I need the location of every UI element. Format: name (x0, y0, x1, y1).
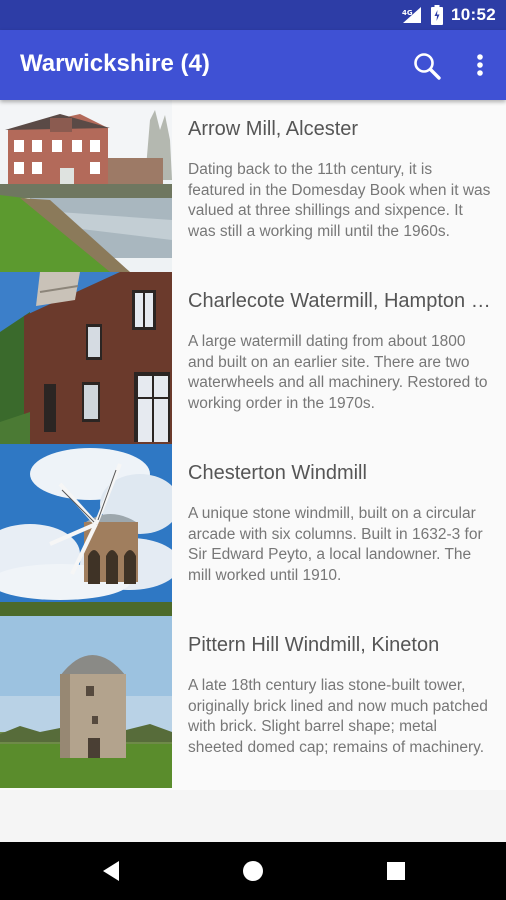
mill-name: Chesterton Windmill (188, 462, 367, 484)
mill-name: Charlecote Watermill, Hampton Lucy (188, 290, 493, 312)
page-title: Warwickshire (4) (20, 50, 210, 77)
system-nav-bar (0, 842, 506, 900)
status-bar: 4G 10:52 (0, 0, 506, 30)
clock: 10:52 (451, 5, 496, 24)
signal-icon: 4G (402, 7, 422, 23)
more-vert-icon[interactable] (468, 50, 492, 80)
network-type: 4G (402, 9, 413, 17)
mill-description: A large watermill dating from about 1800… (188, 333, 488, 412)
mill-description: A unique stone windmill, built on a circ… (188, 505, 483, 584)
list-item[interactable]: Charlecote Watermill, Hampton Lucy A lar… (0, 272, 506, 444)
mill-name: Arrow Mill, Alcester (188, 118, 359, 140)
search-icon[interactable] (412, 51, 442, 81)
list-item[interactable]: Pittern Hill Windmill, Kineton A late 18… (0, 616, 506, 788)
mill-photo (0, 272, 172, 444)
list-item[interactable]: Arrow Mill, Alcester Dating back to the … (0, 100, 506, 272)
mill-photo (0, 444, 172, 616)
mill-description: A late 18th century lias stone-built tow… (188, 677, 488, 756)
recents-icon[interactable] (381, 856, 411, 886)
mill-photo (0, 616, 172, 788)
mill-name: Pittern Hill Windmill, Kineton (188, 634, 440, 656)
mill-list: Arrow Mill, Alcester Dating back to the … (0, 100, 506, 790)
list-item[interactable]: Chesterton Windmill A unique stone windm… (0, 444, 506, 616)
back-icon[interactable] (97, 856, 127, 886)
battery-icon (431, 5, 444, 25)
mill-photo (0, 100, 172, 272)
app-bar: Warwickshire (4) (0, 30, 506, 100)
mill-description: Dating back to the 11th century, it is f… (188, 161, 491, 240)
home-icon[interactable] (238, 856, 268, 886)
